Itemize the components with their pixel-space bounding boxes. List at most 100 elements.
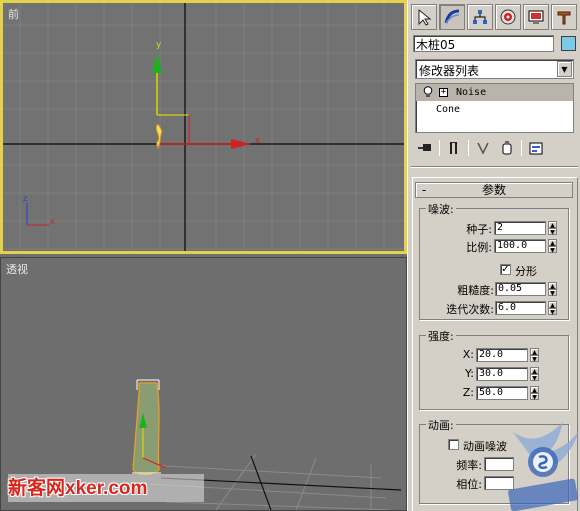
pin-stack-icon (418, 144, 431, 151)
perspective-viewport-canvas[interactable] (1, 258, 406, 510)
object-color-swatch[interactable] (561, 36, 576, 51)
animation-group-title: 动画: (426, 417, 456, 433)
union-seal-logo (508, 422, 579, 511)
gizmo-y-label: y (156, 40, 162, 50)
spinner-up-icon: ▲ (530, 348, 539, 356)
phase-label: 相位: (456, 478, 482, 491)
stack-item-noise-label: Noise (456, 87, 487, 98)
spinner-down-icon: ▼ (548, 228, 557, 236)
fractal-checkbox[interactable]: ✓ (500, 264, 511, 275)
viewport-area[interactable]: 前 y x z x 透视 新客网xker.com (0, 0, 407, 511)
expand-icon[interactable]: + (439, 88, 448, 97)
command-panel-tabs (411, 4, 577, 32)
seed-spinner[interactable]: ▲ ▼ (548, 221, 557, 236)
noise-group-title: 噪波: (426, 201, 456, 217)
toolbar-separator (468, 140, 469, 156)
roughness-spinner[interactable]: ▲ ▼ (548, 282, 557, 297)
gizmo[interactable]: y x z x (3, 3, 404, 251)
hierarchy-tab[interactable] (467, 4, 493, 30)
spinner-up-icon: ▲ (548, 282, 557, 290)
site-watermark: 新客网xker.com (8, 474, 204, 502)
configure-modifier-sets-icon (529, 142, 543, 155)
svg-text:z: z (23, 194, 27, 203)
strength-x-label: X: (462, 348, 474, 361)
display-icon (528, 10, 544, 24)
create-icon (418, 8, 432, 26)
strength-z-spinner[interactable]: ▲ ▼ (530, 386, 539, 401)
parameters-rollout-title: 参数 (481, 183, 506, 197)
strength-z-label: Z: (462, 386, 474, 399)
modifier-stack[interactable]: + Noise Cone (415, 83, 574, 133)
front-axis-tripod: z x (23, 194, 55, 226)
modifier-list-dropdown[interactable]: 修改器列表 ▼ (415, 59, 574, 79)
spinner-up-icon: ▲ (530, 386, 539, 394)
toolbar-separator (521, 140, 522, 156)
toolbar-separator (439, 140, 440, 156)
make-unique-button[interactable] (473, 139, 493, 157)
utilities-tab[interactable] (551, 4, 577, 30)
scale-label: 比例: (466, 241, 492, 254)
pin-stack-button[interactable] (415, 139, 435, 157)
seed-field[interactable]: 2 (494, 221, 546, 235)
watermark-en: xker.com (65, 478, 148, 499)
collapse-icon: - (422, 183, 427, 197)
motion-tab[interactable] (495, 4, 521, 30)
remove-modifier-button[interactable] (497, 139, 517, 157)
seed-label: 种子: (466, 223, 492, 236)
object-name-field[interactable]: 木桩05 (413, 35, 554, 52)
spinner-down-icon: ▼ (548, 289, 557, 297)
utilities-icon (557, 11, 571, 25)
animate-noise-checkbox[interactable] (448, 439, 459, 450)
panel-divider (411, 166, 578, 168)
stack-item-cone-label: Cone (436, 104, 461, 115)
roughness-label: 粗糙度: (457, 284, 494, 297)
display-tab[interactable] (523, 4, 549, 30)
show-end-result-button[interactable] (444, 139, 464, 157)
spinner-down-icon: ▼ (530, 355, 539, 363)
create-tab[interactable] (411, 4, 437, 30)
configure-modifier-sets-button[interactable] (526, 139, 546, 157)
chevron-down-icon[interactable]: ▼ (557, 61, 572, 77)
animate-noise-label: 动画噪波 (463, 440, 507, 453)
strength-x-spinner[interactable]: ▲ ▼ (530, 348, 539, 363)
strength-z-field[interactable]: 50.0 (476, 386, 528, 400)
spinner-up-icon: ▲ (530, 367, 539, 375)
parameters-rollout-header[interactable]: - 参数 (415, 182, 573, 198)
strength-y-label: Y: (465, 367, 474, 380)
iterations-label: 迭代次数: (446, 303, 494, 316)
stack-item-cone[interactable]: Cone (416, 101, 573, 118)
motion-icon (500, 9, 516, 25)
perspective-viewport[interactable]: 透视 (0, 257, 407, 511)
svg-text:x: x (50, 217, 55, 226)
frequency-label: 频率: (456, 459, 482, 472)
scale-field[interactable]: 100.0 (494, 239, 546, 253)
iterations-field[interactable]: 6.0 (495, 301, 546, 315)
remove-modifier-icon (502, 141, 512, 155)
iterations-spinner[interactable]: ▲ ▼ (548, 301, 557, 316)
roughness-field[interactable]: 0.05 (495, 282, 546, 296)
strength-x-field[interactable]: 20.0 (476, 348, 528, 362)
stack-item-noise[interactable]: + Noise (416, 84, 573, 101)
lightbulb-icon[interactable] (423, 86, 433, 98)
object-name-row: 木桩05 (413, 35, 577, 53)
fractal-label: 分形 (515, 265, 537, 278)
modify-tab[interactable] (439, 4, 465, 30)
show-end-result-icon (449, 142, 458, 154)
hierarchy-icon (473, 10, 487, 24)
gizmo-x-arrow (231, 139, 251, 149)
noise-cone-perspective (132, 382, 160, 476)
modifier-list-label: 修改器列表 (419, 64, 480, 78)
spinner-up-icon: ▲ (548, 221, 557, 229)
spinner-down-icon: ▼ (548, 246, 557, 254)
make-unique-icon (477, 142, 489, 155)
gizmo-x-label: x (255, 136, 261, 146)
spinner-up-icon: ▲ (548, 239, 557, 247)
spinner-up-icon: ▲ (548, 301, 557, 309)
strength-y-spinner[interactable]: ▲ ▼ (530, 367, 539, 382)
scale-spinner[interactable]: ▲ ▼ (548, 239, 557, 254)
spinner-down-icon: ▼ (530, 393, 539, 401)
stack-toolbar (415, 138, 575, 158)
front-viewport[interactable]: 前 y x z x (0, 0, 407, 254)
watermark-cn: 新客网 (8, 477, 66, 499)
strength-y-field[interactable]: 30.0 (476, 367, 528, 381)
